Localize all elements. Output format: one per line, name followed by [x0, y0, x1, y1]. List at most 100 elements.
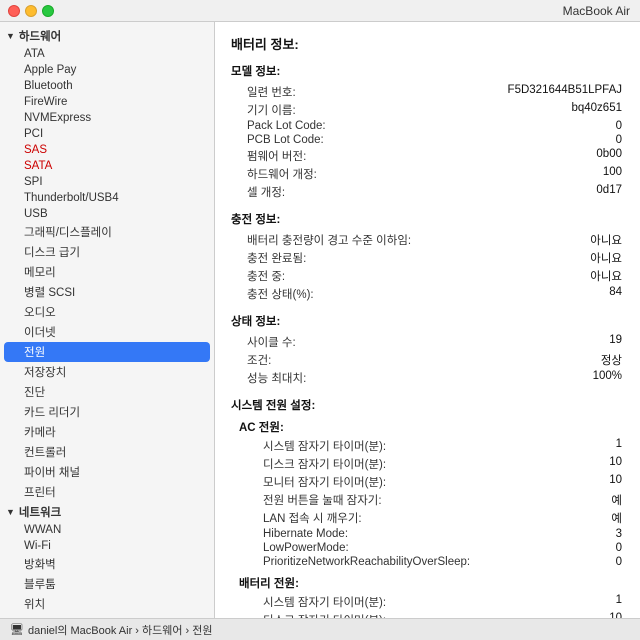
sidebar-item-location[interactable]: 위치 [0, 594, 214, 614]
table-row: 충전 완료됨: 아니요 [231, 249, 624, 267]
field-value: 10 [472, 455, 624, 473]
triangle-icon: ▼ [6, 31, 15, 41]
sidebar-item-bluetooth2[interactable]: 블루툼 [0, 574, 214, 594]
sidebar-item-audio[interactable]: 오디오 [0, 302, 214, 322]
breadcrumb-path: daniel의 MacBook Air › 하드웨어 › 전원 [28, 622, 213, 638]
sidebar-section-software[interactable]: ▼ 소프트웨어 [0, 614, 214, 618]
sidebar-item-controller[interactable]: 컨트롤러 [0, 442, 214, 462]
sidebar-item-memory[interactable]: 메모리 [0, 262, 214, 282]
field-value: 0d17 [451, 183, 624, 201]
content-area: 배터리 정보: 모델 정보: 일련 번호: F5D321644B51LPFAJ … [215, 22, 640, 618]
table-row: 모니터 잠자기 타이머(분): 10 [231, 473, 624, 491]
status-info-table: 사이클 수: 19 조건: 정상 성능 최대치: 100% [231, 333, 624, 387]
sidebar-item-spi[interactable]: SPI [0, 174, 214, 190]
sidebar-item-parallelscsi[interactable]: 병렬 SCSI [0, 282, 214, 302]
field-value: 아니요 [451, 249, 624, 267]
field-label: 펌웨어 버전: [231, 147, 451, 165]
field-label: LAN 접속 시 깨우기: [231, 509, 472, 527]
power-settings-section-title: 시스템 전원 설정: [231, 397, 624, 413]
table-row: 셀 개정: 0d17 [231, 183, 624, 201]
table-row: 성능 최대치: 100% [231, 369, 624, 387]
field-label: 시스템 잠자기 타이머(분): [231, 437, 472, 455]
field-value: 예 [472, 509, 624, 527]
field-label: LowPowerMode: [231, 541, 472, 555]
sidebar-item-wwan[interactable]: WWAN [0, 522, 214, 538]
hardware-label: 하드웨어 [19, 28, 61, 44]
table-row: 사이클 수: 19 [231, 333, 624, 351]
ac-info-table: 시스템 잠자기 타이머(분): 1 디스크 잠자기 타이머(분): 10 모니터… [231, 437, 624, 569]
field-label: 배터리 충전량이 경고 수준 이하임: [231, 231, 451, 249]
sidebar-item-wifi[interactable]: Wi-Fi [0, 538, 214, 554]
field-label: 일련 번호: [231, 83, 451, 101]
table-row: 충전 상태(%): 84 [231, 285, 624, 303]
field-value: F5D321644B51LPFAJ [451, 83, 624, 101]
field-label: 하드웨어 개정: [231, 165, 451, 183]
sidebar-item-diagnostics[interactable]: 진단 [0, 382, 214, 402]
field-label: 시스템 잠자기 타이머(분): [231, 593, 472, 611]
field-label: 모니터 잠자기 타이머(분): [231, 473, 472, 491]
traffic-lights [8, 5, 54, 17]
sidebar-item-applepay[interactable]: Apple Pay [0, 62, 214, 78]
sidebar-item-printer[interactable]: 프린터 [0, 482, 214, 502]
field-label: 셀 개정: [231, 183, 451, 201]
battery-info-table: 시스템 잠자기 타이머(분): 1 디스크 잠자기 타이머(분): 10 모니터… [231, 593, 624, 618]
field-label: 디스크 잠자기 타이머(분): [231, 611, 472, 618]
main-container: ▼ 하드웨어 ATA Apple Pay Bluetooth FireWire … [0, 22, 640, 618]
sidebar-item-bluetooth[interactable]: Bluetooth [0, 78, 214, 94]
field-value: 3 [472, 527, 624, 541]
minimize-button[interactable] [25, 5, 37, 17]
sidebar-item-storage[interactable]: 저장장치 [0, 362, 214, 382]
field-label: Pack Lot Code: [231, 119, 451, 133]
sidebar-item-fiberchannel[interactable]: 파이버 채널 [0, 462, 214, 482]
sidebar-item-camera[interactable]: 카메라 [0, 422, 214, 442]
sidebar-item-graphics[interactable]: 그래픽/디스플레이 [0, 222, 214, 242]
field-value: 정상 [451, 351, 624, 369]
table-row: 펌웨어 버전: 0b00 [231, 147, 624, 165]
model-info-table: 일련 번호: F5D321644B51LPFAJ 기기 이름: bq40z651… [231, 83, 624, 201]
field-value: bq40z651 [451, 101, 624, 119]
table-row: PrioritizeNetworkReachabilityOverSleep: … [231, 555, 624, 569]
triangle-icon-network: ▼ [6, 507, 15, 517]
table-row: Pack Lot Code: 0 [231, 119, 624, 133]
field-value: 10 [472, 473, 624, 491]
sidebar-item-firewire[interactable]: FireWire [0, 94, 214, 110]
field-label: Hibernate Mode: [231, 527, 472, 541]
sidebar-item-thunderbolt[interactable]: Thunderbolt/USB4 [0, 190, 214, 206]
close-button[interactable] [8, 5, 20, 17]
sidebar-item-usb[interactable]: USB [0, 206, 214, 222]
field-label: PrioritizeNetworkReachabilityOverSleep: [231, 555, 472, 569]
sidebar-section-hardware[interactable]: ▼ 하드웨어 [0, 26, 214, 46]
sidebar-item-firewall[interactable]: 방화벽 [0, 554, 214, 574]
sidebar-item-pci[interactable]: PCI [0, 126, 214, 142]
table-row: 디스크 잠자기 타이머(분): 10 [231, 455, 624, 473]
sidebar-item-cardreader[interactable]: 카드 리더기 [0, 402, 214, 422]
field-value: 0 [451, 133, 624, 147]
battery-section-title: 배터리 전원: [231, 575, 624, 591]
sidebar-item-ethernet[interactable]: 이더넷 [0, 322, 214, 342]
ac-section-title: AC 전원: [231, 419, 624, 435]
table-row: 전원 버튼을 눌때 잠자기: 예 [231, 491, 624, 509]
field-value: 1 [472, 593, 624, 611]
table-row: LowPowerMode: 0 [231, 541, 624, 555]
field-value: 19 [451, 333, 624, 351]
sidebar-item-nvmexpress[interactable]: NVMExpress [0, 110, 214, 126]
table-row: 하드웨어 개정: 100 [231, 165, 624, 183]
sidebar-item-power[interactable]: 전원 [4, 342, 210, 362]
field-label: 충전 중: [231, 267, 451, 285]
content-title: 배터리 정보: [231, 34, 624, 53]
maximize-button[interactable] [42, 5, 54, 17]
field-value: 0 [451, 119, 624, 133]
table-row: PCB Lot Code: 0 [231, 133, 624, 147]
field-label: PCB Lot Code: [231, 133, 451, 147]
sidebar-item-ata[interactable]: ATA [0, 46, 214, 62]
software-label: 소프트웨어 [19, 616, 72, 618]
table-row: 시스템 잠자기 타이머(분): 1 [231, 593, 624, 611]
table-row: Hibernate Mode: 3 [231, 527, 624, 541]
sidebar-item-sas[interactable]: SAS [0, 142, 214, 158]
sidebar-section-network[interactable]: ▼ 네트워크 [0, 502, 214, 522]
field-value: 아니요 [451, 231, 624, 249]
window-title: MacBook Air [563, 4, 630, 18]
table-row: 기기 이름: bq40z651 [231, 101, 624, 119]
sidebar-item-sata[interactable]: SATA [0, 158, 214, 174]
sidebar-item-disk[interactable]: 디스크 급기 [0, 242, 214, 262]
